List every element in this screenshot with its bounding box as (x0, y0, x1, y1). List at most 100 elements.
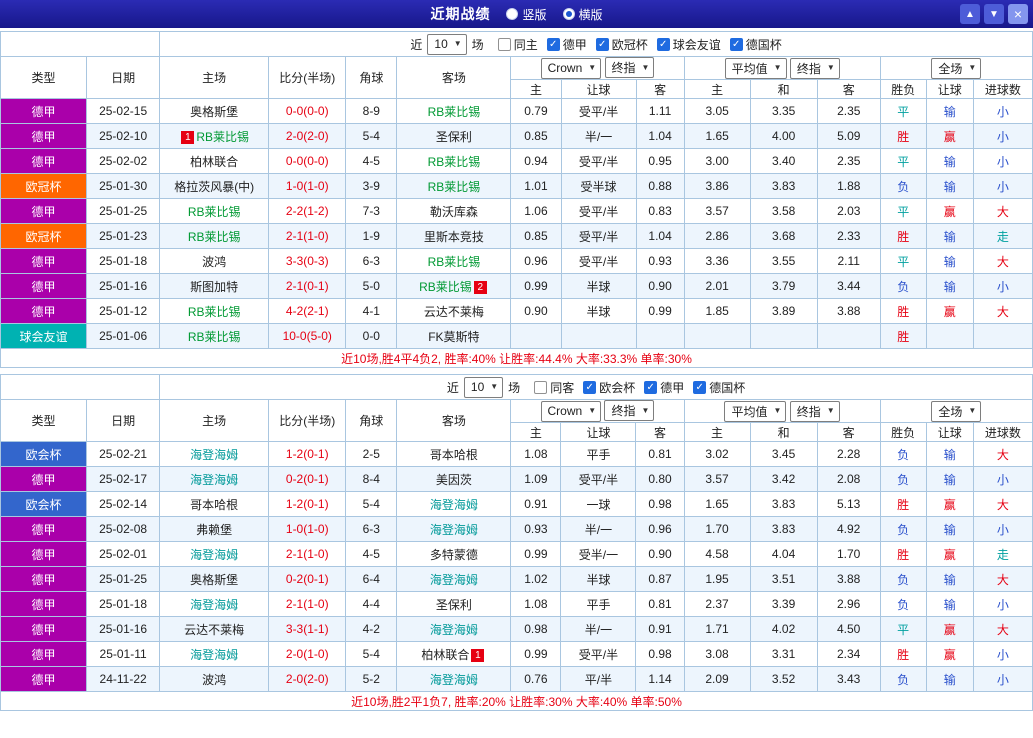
recent-count-select[interactable]: 10 ▼ (464, 377, 503, 398)
away-team[interactable]: 海登海姆 (397, 667, 511, 692)
result-handicap: 输 (926, 467, 973, 492)
home-team[interactable]: RB莱比锡 (160, 224, 269, 249)
avg-home-odds: 3.36 (684, 249, 750, 274)
average-stage-select[interactable]: 终指 ▼ (790, 401, 840, 422)
away-team[interactable]: 多特蒙德 (397, 542, 511, 567)
away-team[interactable]: RB莱比锡2 (397, 274, 511, 299)
move-down-button[interactable]: ▼ (984, 4, 1004, 24)
team-label: RB莱比锡 (428, 105, 481, 119)
checkbox-checked-icon[interactable]: ✓ (547, 38, 560, 51)
away-team[interactable]: 海登海姆 (397, 617, 511, 642)
away-team[interactable]: RB莱比锡 (397, 174, 511, 199)
bookmaker-select[interactable]: Crown ▼ (541, 401, 602, 422)
match-type-badge: 德甲 (1, 567, 87, 592)
average-select-cell: 平均值 ▼ 终指 ▼ (684, 400, 880, 423)
home-team[interactable]: RB莱比锡 (160, 324, 269, 349)
home-team[interactable]: 波鸿 (160, 667, 269, 692)
radio-label-horizontal: 横版 (579, 6, 603, 23)
scope-select[interactable]: 全场 ▼ (931, 58, 981, 79)
result-handicap: 赢 (926, 124, 973, 149)
result-outcome: 负 (880, 274, 926, 299)
match-date: 25-01-30 (87, 174, 160, 199)
filter-checkbox-item: ✓欧会杯 (583, 379, 635, 396)
home-team[interactable]: 海登海姆 (160, 542, 269, 567)
checkbox-checked-icon[interactable]: ✓ (730, 38, 743, 51)
close-button[interactable]: × (1008, 4, 1028, 24)
checkbox-checked-icon[interactable]: ✓ (693, 381, 706, 394)
layout-radio-horizontal[interactable]: 横版 (563, 6, 603, 23)
home-team[interactable]: 海登海姆 (160, 642, 269, 667)
recent-count-select[interactable]: 10 ▼ (427, 34, 466, 55)
home-team[interactable]: RB莱比锡 (160, 199, 269, 224)
match-score: 2-0(2-0) (269, 124, 346, 149)
checkbox-unchecked-icon[interactable] (534, 381, 547, 394)
avg-draw-odds (750, 324, 817, 349)
result-goals: 大 (973, 617, 1032, 642)
home-team[interactable]: 海登海姆 (160, 592, 269, 617)
away-team[interactable]: 美因茨 (397, 467, 511, 492)
result-outcome: 胜 (880, 492, 926, 517)
away-team[interactable]: 海登海姆 (397, 517, 511, 542)
match-row: 德甲25-01-25奥格斯堡0-2(0-1)6-4海登海姆1.02半球0.871… (1, 567, 1033, 592)
team-label: FK莫斯特 (428, 330, 479, 344)
home-team[interactable]: 1RB莱比锡 (160, 124, 269, 149)
home-team[interactable]: 柏林联合 (160, 149, 269, 174)
match-row: 德甲25-01-12RB莱比锡4-2(2-1)4-1云达不莱梅0.90半球0.9… (1, 299, 1033, 324)
handicap-line: 受平/半 (561, 224, 636, 249)
layout-radio-vertical[interactable]: 竖版 (506, 6, 546, 23)
home-team[interactable]: 奥格斯堡 (160, 99, 269, 124)
checkbox-unchecked-icon[interactable] (498, 38, 511, 51)
corner-score: 5-4 (346, 124, 397, 149)
team-label: RB莱比锡 (196, 130, 249, 144)
checkbox-checked-icon[interactable]: ✓ (583, 381, 596, 394)
avg-home-odds: 2.86 (684, 224, 750, 249)
avg-away-odds: 4.50 (817, 617, 880, 642)
home-odds: 0.98 (511, 617, 561, 642)
away-team[interactable]: 圣保利 (397, 124, 511, 149)
home-team[interactable]: 云达不莱梅 (160, 617, 269, 642)
home-odds: 0.79 (511, 99, 561, 124)
away-team[interactable]: RB莱比锡 (397, 249, 511, 274)
filter-checkbox-label: 欧冠杯 (612, 36, 648, 53)
average-select[interactable]: 平均值 ▼ (725, 58, 787, 79)
home-odds: 0.94 (511, 149, 561, 174)
move-up-button[interactable]: ▲ (960, 4, 980, 24)
home-team[interactable]: 海登海姆 (160, 467, 269, 492)
home-team[interactable]: RB莱比锡 (160, 299, 269, 324)
away-team[interactable]: 勒沃库森 (397, 199, 511, 224)
away-team[interactable]: 哥本哈根 (397, 442, 511, 467)
corner-score: 2-5 (346, 442, 397, 467)
average-select[interactable]: 平均值 ▼ (724, 401, 786, 422)
away-team[interactable]: 圣保利 (397, 592, 511, 617)
filter-checkbox-item: ✓球会友谊 (657, 36, 721, 53)
scope-select[interactable]: 全场 ▼ (931, 401, 981, 422)
odds-stage-select[interactable]: 终指 ▼ (604, 400, 654, 421)
home-team[interactable]: 斯图加特 (160, 274, 269, 299)
average-stage-select[interactable]: 终指 ▼ (790, 58, 840, 79)
away-team[interactable]: 海登海姆 (397, 567, 511, 592)
away-team[interactable]: 云达不莱梅 (397, 299, 511, 324)
home-team[interactable]: 海登海姆 (160, 442, 269, 467)
away-team[interactable]: FK莫斯特 (397, 324, 511, 349)
avg-away-odds: 5.13 (817, 492, 880, 517)
away-team[interactable]: 柏林联合1 (397, 642, 511, 667)
match-type-badge: 德甲 (1, 642, 87, 667)
odds-stage-select[interactable]: 终指 ▼ (605, 57, 655, 78)
checkbox-checked-icon[interactable]: ✓ (644, 381, 657, 394)
away-team[interactable]: 海登海姆 (397, 492, 511, 517)
home-team[interactable]: 哥本哈根 (160, 492, 269, 517)
away-team[interactable]: RB莱比锡 (397, 99, 511, 124)
checkbox-checked-icon[interactable]: ✓ (596, 38, 609, 51)
checkbox-checked-icon[interactable]: ✓ (657, 38, 670, 51)
home-team[interactable]: 弗赖堡 (160, 517, 269, 542)
bookmaker-select[interactable]: Crown ▼ (541, 58, 602, 79)
match-date: 25-02-08 (87, 517, 160, 542)
home-team[interactable]: 波鸿 (160, 249, 269, 274)
avg-home-odds: 1.65 (684, 124, 750, 149)
corner-score: 5-4 (346, 642, 397, 667)
away-team[interactable]: RB莱比锡 (397, 149, 511, 174)
home-team[interactable]: 格拉茨风暴(中) (160, 174, 269, 199)
away-team[interactable]: 里斯本竞技 (397, 224, 511, 249)
match-date: 25-02-10 (87, 124, 160, 149)
home-team[interactable]: 奥格斯堡 (160, 567, 269, 592)
